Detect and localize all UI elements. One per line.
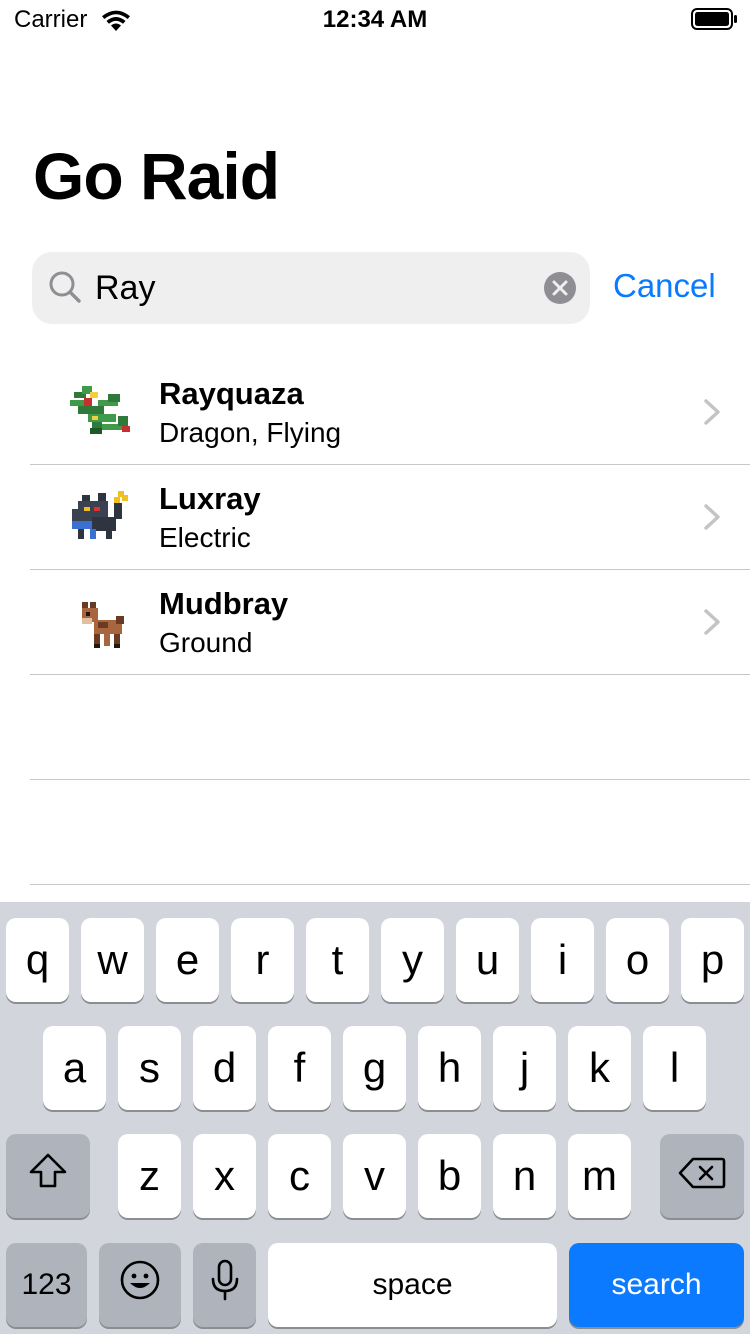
key-d[interactable]: d — [193, 1026, 256, 1110]
result-types: Dragon, Flying — [159, 417, 342, 448]
result-types: Electric — [159, 522, 251, 553]
emoji-key[interactable] — [99, 1243, 181, 1327]
empty-row — [0, 780, 750, 885]
key-s[interactable]: s — [118, 1026, 181, 1110]
screen: Carrier 12:34 AM Go Raid Ray Cancel Rayq… — [0, 0, 750, 1334]
shift-key[interactable] — [6, 1134, 90, 1218]
key-t[interactable]: t — [306, 918, 369, 1002]
keyboard: q w e r t y u i o p a s d f g h j k l z … — [0, 902, 750, 1334]
row-separator — [30, 884, 750, 885]
key-c[interactable]: c — [268, 1134, 331, 1218]
result-row-rayquaza[interactable]: Rayquaza Dragon, Flying — [0, 360, 750, 465]
mudbray-sprite-icon — [68, 590, 134, 656]
microphone-icon — [210, 1259, 240, 1311]
search-icon — [48, 270, 82, 309]
key-o[interactable]: o — [606, 918, 669, 1002]
key-l[interactable]: l — [643, 1026, 706, 1110]
dictation-key[interactable] — [193, 1243, 256, 1327]
page-title: Go Raid — [33, 139, 280, 213]
key-i[interactable]: i — [531, 918, 594, 1002]
battery-icon — [691, 8, 739, 37]
key-b[interactable]: b — [418, 1134, 481, 1218]
key-q[interactable]: q — [6, 918, 69, 1002]
result-name: Luxray — [159, 481, 261, 516]
result-row-mudbray[interactable]: Mudbray Ground — [0, 570, 750, 675]
key-w[interactable]: w — [81, 918, 144, 1002]
luxray-sprite-icon — [68, 485, 134, 551]
key-g[interactable]: g — [343, 1026, 406, 1110]
key-v[interactable]: v — [343, 1134, 406, 1218]
search-key[interactable]: search — [569, 1243, 744, 1327]
result-name: Rayquaza — [159, 376, 304, 411]
delete-icon — [678, 1152, 726, 1200]
emoji-icon — [119, 1259, 161, 1311]
key-z[interactable]: z — [118, 1134, 181, 1218]
key-x[interactable]: x — [193, 1134, 256, 1218]
status-bar: Carrier 12:34 AM — [0, 0, 750, 40]
numbers-key[interactable]: 123 — [6, 1243, 87, 1327]
result-row-luxray[interactable]: Luxray Electric — [0, 465, 750, 570]
key-u[interactable]: u — [456, 918, 519, 1002]
key-k[interactable]: k — [568, 1026, 631, 1110]
result-types: Ground — [159, 627, 253, 658]
key-h[interactable]: h — [418, 1026, 481, 1110]
cancel-button[interactable]: Cancel — [613, 267, 716, 305]
key-r[interactable]: r — [231, 918, 294, 1002]
key-n[interactable]: n — [493, 1134, 556, 1218]
results-list: Rayquaza Dragon, Flying Luxray Electric … — [0, 360, 750, 885]
key-e[interactable]: e — [156, 918, 219, 1002]
shift-icon — [28, 1152, 68, 1200]
key-m[interactable]: m — [568, 1134, 631, 1218]
empty-row — [0, 675, 750, 780]
clock: 12:34 AM — [322, 6, 428, 33]
key-a[interactable]: a — [43, 1026, 106, 1110]
search-input[interactable]: Ray — [95, 269, 155, 308]
key-y[interactable]: y — [381, 918, 444, 1002]
result-name: Mudbray — [159, 586, 289, 621]
delete-key[interactable] — [660, 1134, 744, 1218]
search-field[interactable]: Ray — [32, 252, 590, 324]
key-j[interactable]: j — [493, 1026, 556, 1110]
chevron-right-icon — [703, 608, 721, 641]
key-p[interactable]: p — [681, 918, 744, 1002]
rayquaza-sprite-icon — [68, 380, 134, 446]
space-key[interactable]: space — [268, 1243, 557, 1327]
chevron-right-icon — [703, 503, 721, 536]
key-f[interactable]: f — [268, 1026, 331, 1110]
chevron-right-icon — [703, 398, 721, 431]
clear-search-icon[interactable] — [544, 272, 576, 309]
